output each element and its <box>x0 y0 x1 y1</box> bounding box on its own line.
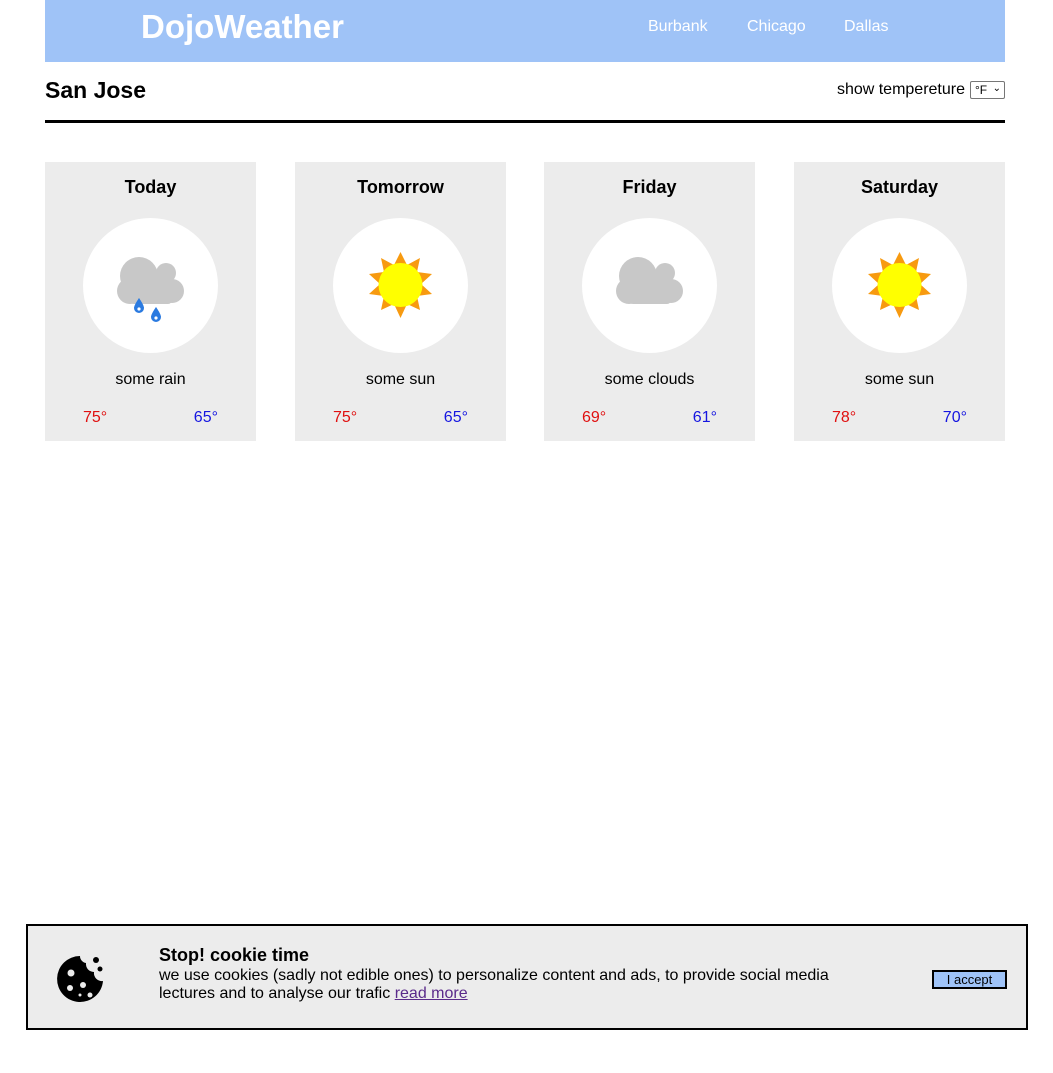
temperature-label: show tempereture <box>836 81 965 98</box>
cookie-message: we use cookies (sadly not edible ones) t… <box>159 967 849 1003</box>
temperature-control: show tempereture °F ⌄ <box>837 81 1005 99</box>
chevron-down-icon: ⌄ <box>992 83 1001 94</box>
forecast-high-temp: 75° <box>83 409 108 426</box>
forecast-card-saturday: Saturday some sun 78° 70° <box>794 162 1005 441</box>
rain-cloud-icon <box>117 257 184 322</box>
sun-icon <box>369 252 432 318</box>
brand-logo[interactable]: DojoWeather <box>141 8 344 46</box>
forecast-high-temp: 75° <box>333 409 358 426</box>
forecast-day: Friday <box>622 177 677 197</box>
forecast-low-temp: 65° <box>443 409 468 426</box>
sun-icon <box>868 252 931 318</box>
site-header: DojoWeather Burbank Chicago Dallas <box>45 0 1005 62</box>
forecast-card-friday: Friday some clouds 69° 61° <box>544 162 755 441</box>
weather-icon-container <box>582 218 717 353</box>
weather-icon-container <box>832 218 967 353</box>
forecast-description: some rain <box>115 371 186 388</box>
read-more-link[interactable]: read more <box>395 985 468 1002</box>
forecast-high-temp: 69° <box>582 409 607 426</box>
nav-link-burbank[interactable]: Burbank <box>648 18 708 36</box>
temperature-unit-value: °F <box>975 83 988 97</box>
weather-icon-container <box>333 218 468 353</box>
forecast-high-temp: 78° <box>832 409 857 426</box>
forecast-card-today: Today some rain 75° 65° <box>45 162 256 441</box>
forecast-day: Tomorrow <box>357 177 444 197</box>
header-divider <box>45 120 1005 123</box>
cookie-banner: Stop! cookie time we use cookies (sadly … <box>26 924 1028 1030</box>
forecast-day: Today <box>124 177 177 197</box>
cookie-icon <box>57 956 103 1002</box>
page: DojoWeather Burbank Chicago Dallas San J… <box>0 0 1053 1073</box>
forecast-low-temp: 61° <box>692 409 717 426</box>
city-title: San Jose <box>45 77 146 103</box>
forecast-description: some sun <box>365 371 436 388</box>
forecast-description: some clouds <box>604 371 695 388</box>
cookie-message-text: we use cookies (sadly not edible ones) t… <box>159 967 829 1002</box>
nav-link-chicago[interactable]: Chicago <box>747 18 806 36</box>
forecast-day: Saturday <box>860 177 939 197</box>
weather-icon-container <box>83 218 218 353</box>
forecast-card-tomorrow: Tomorrow some sun 75° 65° <box>295 162 506 441</box>
cloud-icon <box>616 257 683 304</box>
forecast-low-temp: 65° <box>193 409 218 426</box>
nav-link-dallas[interactable]: Dallas <box>844 18 888 36</box>
forecast-low-temp: 70° <box>942 409 967 426</box>
cookie-title: Stop! cookie time <box>159 945 310 965</box>
forecast-description: some sun <box>864 371 935 388</box>
accept-cookies-button[interactable]: I accept <box>932 970 1007 989</box>
temperature-unit-select[interactable]: °F ⌄ <box>970 81 1005 99</box>
